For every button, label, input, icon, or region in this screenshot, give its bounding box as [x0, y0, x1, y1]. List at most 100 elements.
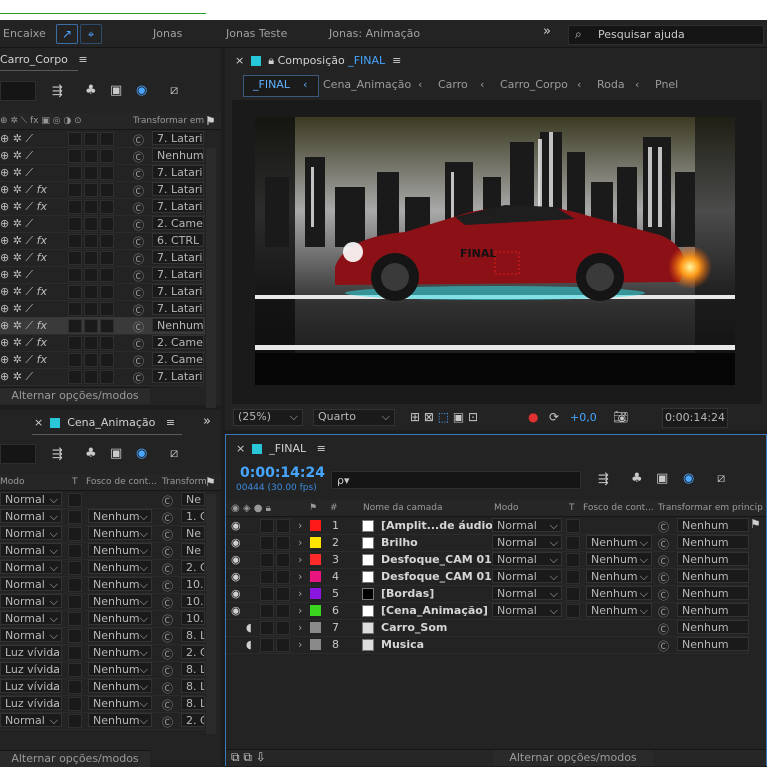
- visibility-eye-icon[interactable]: ◉: [231, 604, 241, 617]
- layer-row[interactable]: Normal ⌵ Nenhum ⌵ Ⓒ 10.: [0, 610, 205, 628]
- parent-select[interactable]: 8. L: [181, 696, 205, 710]
- tab-cena-animacao[interactable]: × Cena_Animação ≡: [34, 416, 175, 429]
- parent-select[interactable]: Nenhum: [677, 603, 749, 617]
- pickwhip-icon[interactable]: Ⓒ: [658, 638, 669, 654]
- layer-row[interactable]: Normal⌵ Nenhum⌵ Ⓒ 1. C: [0, 508, 205, 526]
- breadcrumb-pnel[interactable]: Pnel: [655, 78, 678, 91]
- mode-select[interactable]: Normal ⌵: [0, 509, 62, 523]
- pickwhip-icon[interactable]: Ⓒ: [133, 353, 144, 369]
- zoom-select[interactable]: (25%) ⌵: [233, 409, 303, 426]
- layer-row[interactable]: ⊕ ✲ ⟋ fxⒸ7. Lataria: [0, 181, 205, 199]
- matte-select[interactable]: Nenhum ⌵: [88, 662, 152, 676]
- layer-row[interactable]: Luz vívida ⌵ Nenhum ⌵ Ⓒ 8. L: [0, 678, 205, 696]
- matte-select[interactable]: Nenhum ⌵: [88, 509, 152, 523]
- viewer-timecode[interactable]: 0:00:14:24: [662, 408, 728, 428]
- pickwhip-icon[interactable]: Ⓒ: [162, 629, 173, 645]
- exposure-reset-icon[interactable]: ⟳: [549, 410, 559, 424]
- footer-icons[interactable]: ⧉ ⧉ ⇩: [231, 750, 266, 765]
- layer-row[interactable]: Normal⌵ Nenhum⌵ Ⓒ 2. C: [0, 559, 205, 577]
- mode-select[interactable]: Normal ⌵: [492, 569, 562, 583]
- timeline-layer-row[interactable]: ◉ › 4 Desfoque_CAM 01 Normal ⌵ Nenhum ⌵ Ⓒ Nenhum: [226, 568, 749, 586]
- layer-row[interactable]: Normal⌵ Nenhum⌵ Ⓒ 2. C: [0, 712, 205, 730]
- mode-select[interactable]: Normal ⌵: [0, 594, 62, 608]
- matte-select[interactable]: Nenhum ⌵: [586, 603, 652, 617]
- layer-row[interactable]: Luz vívida⌵ Nenhum⌵ Ⓒ 2. C: [0, 644, 205, 662]
- matte-select[interactable]: Nenhum ⌵: [88, 645, 152, 659]
- mode-select[interactable]: Normal ⌵: [0, 611, 62, 625]
- visibility-eye-icon[interactable]: ◉: [231, 587, 241, 600]
- frame-blend-icon[interactable]: ▣: [110, 446, 122, 461]
- matte-select[interactable]: Nenhum ⌵: [88, 577, 152, 591]
- pickwhip-icon[interactable]: Ⓒ: [133, 285, 144, 301]
- parent-select[interactable]: 2. C: [181, 713, 205, 727]
- pickwhip-icon[interactable]: Ⓒ: [133, 370, 144, 386]
- parent-select[interactable]: 7. Lataria: [152, 182, 204, 196]
- exposure-value[interactable]: +0,0: [570, 411, 597, 424]
- parent-select[interactable]: 8. L: [181, 628, 205, 642]
- layer-row[interactable]: ⊕ ✲ ⟋ fx Ⓒ Nenhum: [0, 317, 205, 335]
- timeline-layer-row[interactable]: ◉ › 6 [Cena_Animação] Normal ⌵ Nenhum ⌵ Ⓒ Nenhum: [226, 602, 749, 620]
- mode-select[interactable]: Normal ⌵: [0, 560, 62, 574]
- label-color-swatch[interactable]: [310, 622, 321, 633]
- mode-select[interactable]: Normal ⌵: [492, 518, 562, 532]
- snap-target-icon[interactable]: ⌖: [80, 24, 102, 44]
- snapshot-icon[interactable]: 📷︎: [613, 410, 628, 424]
- workspace-jonas-teste[interactable]: Jonas Teste: [226, 27, 287, 40]
- timeline-toggle-modes[interactable]: Alternar opções/modos: [493, 750, 653, 766]
- layer-row[interactable]: ⊕ ✲ ⟋ Ⓒ7. Lataria: [0, 368, 205, 386]
- mode-select[interactable]: Normal ⌵: [492, 603, 562, 617]
- pickwhip-icon[interactable]: Ⓒ: [133, 200, 144, 216]
- timeline-layer-row[interactable]: ◖ › 8 Musica Ⓒ Nenhum: [226, 636, 749, 654]
- graph-editor-icon[interactable]: ⧄: [170, 446, 178, 461]
- matte-select[interactable]: Nenhum ⌵: [586, 569, 652, 583]
- pickwhip-icon[interactable]: Ⓒ: [133, 183, 144, 199]
- parent-select[interactable]: 2. C: [181, 645, 205, 659]
- matte-select[interactable]: Nenhum ⌵: [586, 552, 652, 566]
- pickwhip-icon[interactable]: Ⓒ: [658, 519, 669, 535]
- parent-select[interactable]: Nenhum: [152, 318, 204, 332]
- matte-select[interactable]: Nenhum ⌵: [88, 628, 152, 642]
- parent-select[interactable]: 6. CTRL_: [152, 233, 204, 247]
- pickwhip-icon[interactable]: Ⓒ: [133, 217, 144, 233]
- parent-select[interactable]: 10.: [181, 594, 205, 608]
- layer-row[interactable]: Luz vívida ⌵ Nenhum ⌵ Ⓒ 8. L: [0, 695, 205, 713]
- pickwhip-icon[interactable]: Ⓒ: [133, 234, 144, 250]
- layer-row[interactable]: Luz vívida ⌵ Nenhum ⌵ Ⓒ 8. L: [0, 661, 205, 679]
- layer-row[interactable]: ⊕ ✲ ⟋ fxⒸ7. Lataria: [0, 198, 205, 216]
- tab-carro-corpo[interactable]: Carro_Corpo ≡: [0, 53, 88, 66]
- parent-select[interactable]: 7. Lataria: [152, 165, 204, 179]
- pickwhip-icon[interactable]: Ⓒ: [658, 553, 669, 569]
- visibility-eye-icon[interactable]: ◉: [231, 570, 241, 583]
- matte-select[interactable]: Nenhum ⌵: [88, 526, 152, 540]
- visibility-eye-icon[interactable]: ◉: [231, 536, 241, 549]
- parent-select[interactable]: Ne: [181, 526, 205, 540]
- pickwhip-icon[interactable]: Ⓒ: [658, 536, 669, 552]
- pickwhip-icon[interactable]: Ⓒ: [133, 336, 144, 352]
- parent-select[interactable]: 2. Camer: [152, 352, 204, 366]
- pickwhip-icon[interactable]: Ⓒ: [133, 302, 144, 318]
- layer-row[interactable]: ⊕ ✲ ⟋ Ⓒ Nenhum: [0, 147, 205, 165]
- breadcrumb-carro-corpo[interactable]: Carro_Corpo: [500, 78, 568, 91]
- pickwhip-icon[interactable]: Ⓒ: [658, 587, 669, 603]
- motion-blur-icon[interactable]: ◉: [683, 471, 694, 486]
- pickwhip-icon[interactable]: Ⓒ: [162, 493, 173, 509]
- label-color-swatch[interactable]: [310, 588, 321, 599]
- timeline-layer-row[interactable]: ◉ › 2 Brilho Normal ⌵ Nenhum ⌵ Ⓒ Nenhum: [226, 534, 749, 552]
- left-bottom-scrollbar[interactable]: [206, 494, 216, 734]
- layer-row[interactable]: ⊕ ✲ ⟋ fxⒸ7. Lataria: [0, 283, 205, 301]
- layer-row[interactable]: ⊕ ✲ ⟋ Ⓒ7. Lataria: [0, 130, 205, 148]
- workspace-jonas-animacao[interactable]: Jonas: Animação: [329, 27, 420, 40]
- timeline-layer-row[interactable]: ◉ › 5 [Bordas] Normal ⌵ Nenhum ⌵ Ⓒ Nenhum: [226, 585, 749, 603]
- parent-select[interactable]: Nenhum: [677, 518, 749, 532]
- pickwhip-icon[interactable]: Ⓒ: [658, 604, 669, 620]
- parent-select[interactable]: 7. Lataria: [152, 250, 204, 264]
- shy-icon[interactable]: ⇶: [52, 84, 63, 99]
- draft-icon[interactable]: ♣: [85, 446, 97, 461]
- layer-row[interactable]: ⊕ ✲ ⟋ fxⒸ7. Lataria: [0, 249, 205, 267]
- layer-row[interactable]: Normal ⌵ Nenhum ⌵ Ⓒ Ne: [0, 542, 205, 560]
- pickwhip-icon[interactable]: Ⓒ: [162, 561, 173, 577]
- parent-select[interactable]: Ne: [181, 543, 205, 557]
- parent-select[interactable]: 2. C: [181, 560, 205, 574]
- parent-select[interactable]: Nenhum: [152, 148, 204, 162]
- mode-select[interactable]: Normal ⌵: [0, 492, 62, 506]
